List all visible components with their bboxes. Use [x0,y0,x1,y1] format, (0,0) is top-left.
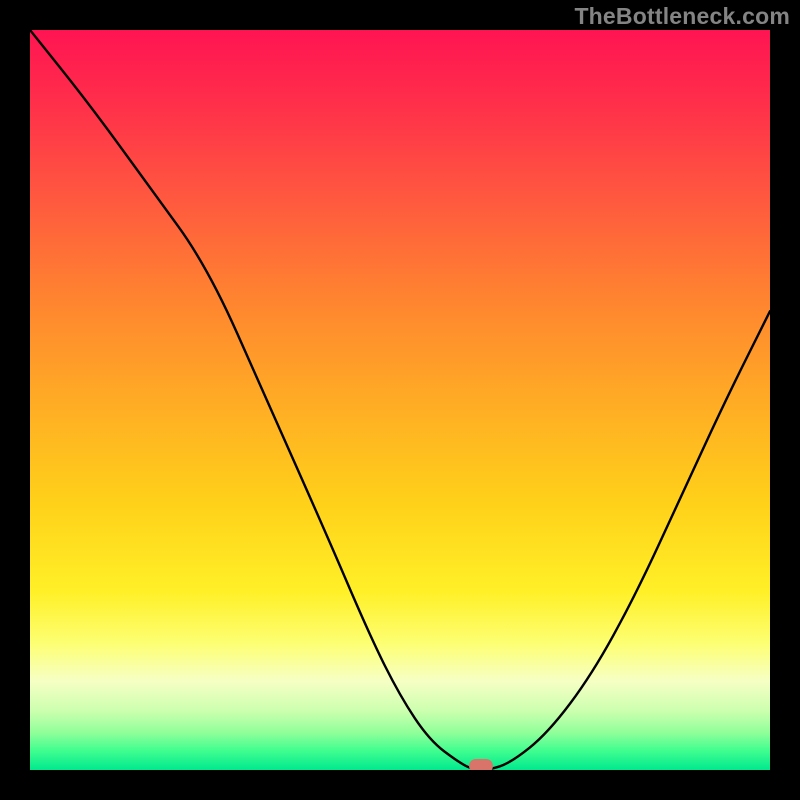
optimal-point-marker [469,759,493,770]
plot-area [30,30,770,770]
chart-frame: TheBottleneck.com [0,0,800,800]
attribution-text: TheBottleneck.com [574,3,790,30]
bottleneck-curve [30,30,770,770]
